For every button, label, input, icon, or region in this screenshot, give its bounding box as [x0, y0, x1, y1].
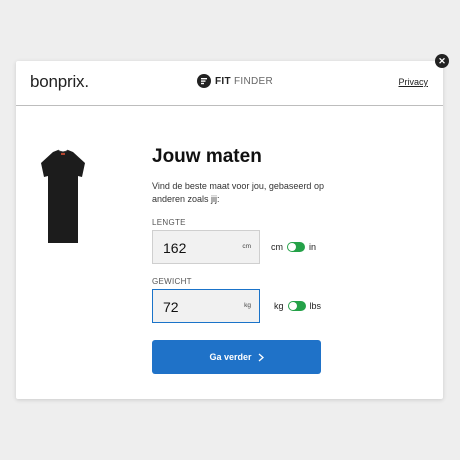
height-value: 162 [163, 240, 187, 256]
height-unit-toggle-row: cm in [271, 242, 316, 252]
weight-toggle-right-label: lbs [309, 301, 322, 311]
weight-label: GEWICHT [152, 277, 192, 286]
chevron-right-icon [258, 353, 264, 361]
fit-finder-text-light: FINDER [234, 75, 274, 87]
weight-unit-toggle[interactable] [287, 301, 306, 311]
continue-button-label: Ga verder [209, 352, 252, 362]
fit-finder-modal: bonprix. FIT FINDER Privacy Jouw maten V… [16, 61, 443, 399]
close-icon: ✕ [438, 55, 446, 66]
fit-finder-text-bold: FIT [215, 75, 231, 87]
fit-finder-logo-icon [197, 74, 211, 88]
height-unit-toggle[interactable] [287, 242, 305, 252]
height-unit: cm [242, 243, 251, 250]
height-label: LENGTE [152, 218, 186, 227]
weight-field[interactable]: 72 kg [152, 289, 260, 323]
privacy-link[interactable]: Privacy [398, 77, 428, 87]
close-button[interactable]: ✕ [435, 54, 449, 68]
description-text: Vind de beste maat voor jou, gebaseerd o… [152, 181, 324, 204]
weight-unit: kg [244, 302, 251, 309]
weight-unit-toggle-row: kg lbs [274, 301, 321, 311]
height-field[interactable]: 162 cm [152, 230, 260, 264]
modal-header: bonprix. FIT FINDER Privacy [16, 61, 443, 106]
page-title: Jouw maten [152, 146, 262, 167]
weight-toggle-left-label: kg [274, 301, 284, 311]
height-toggle-right-label: in [309, 242, 317, 252]
continue-button[interactable]: Ga verder [152, 340, 321, 374]
brand-logo: bonprix. [30, 72, 89, 91]
height-toggle-left-label: cm [271, 242, 283, 252]
product-image [41, 149, 85, 243]
weight-value: 72 [163, 299, 179, 315]
fit-finder-logo: FIT FINDER [197, 74, 273, 88]
